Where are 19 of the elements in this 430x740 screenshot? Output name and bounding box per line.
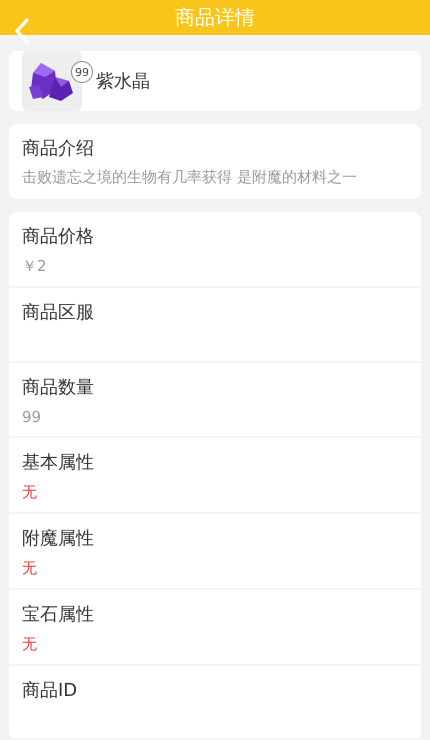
field-value: 无 [22, 483, 38, 502]
back-icon [14, 18, 30, 44]
item-name: 紫水晶 [96, 70, 150, 93]
field-value: ￥2 [22, 257, 48, 276]
description-text: 击败遗忘之境的生物有几率获得 是附魔的材料之一 [22, 168, 358, 187]
field-label: 商品数量 [22, 376, 95, 399]
field-label: 附魔属性 [22, 527, 95, 550]
field-value: 无 [22, 635, 38, 654]
field-label: 商品价格 [22, 225, 95, 248]
field-label: 商品ID [22, 679, 78, 702]
back-button[interactable] [14, 18, 30, 44]
field-value: 99 [22, 408, 42, 426]
field-label: 宝石属性 [22, 603, 95, 626]
field-label: 基本属性 [22, 451, 95, 474]
field-value: 无 [22, 559, 38, 578]
field-label: 商品介绍 [22, 137, 95, 160]
field-label: 商品区服 [22, 301, 95, 324]
page-title: 商品详情 [175, 4, 255, 31]
count-badge: 99 [71, 61, 93, 83]
